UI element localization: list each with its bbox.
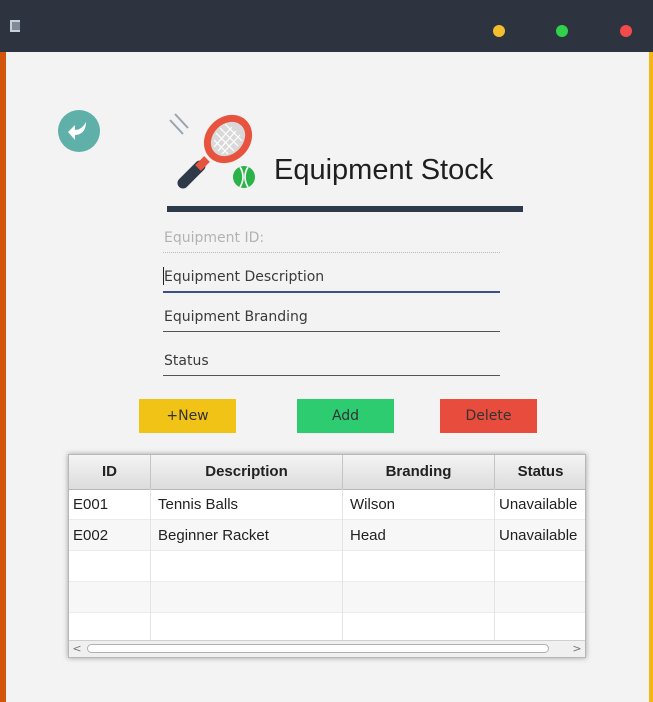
empty-cell — [495, 582, 585, 613]
new-button[interactable]: +New — [139, 399, 236, 433]
empty-cell — [151, 582, 343, 613]
cell-branding: Head — [343, 520, 495, 551]
equipment-table: ID Description Branding Status E001 Tenn… — [68, 454, 586, 658]
column-header-status[interactable]: Status — [495, 455, 585, 489]
table-row-empty[interactable] — [69, 551, 585, 582]
equipment-branding-input[interactable] — [163, 302, 500, 332]
cell-branding: Wilson — [343, 489, 495, 520]
empty-cell — [343, 551, 495, 582]
app-window-icon — [10, 20, 24, 32]
table-row[interactable]: E001 Tennis Balls Wilson Unavailable — [69, 489, 585, 520]
cell-status: Unavailable — [495, 489, 585, 520]
equipment-id-input[interactable] — [163, 223, 500, 253]
close-button[interactable] — [620, 25, 632, 37]
column-header-description[interactable]: Description — [151, 455, 343, 489]
column-header-branding[interactable]: Branding — [343, 455, 495, 489]
table-row-empty[interactable] — [69, 582, 585, 613]
column-header-id[interactable]: ID — [69, 455, 151, 489]
cell-id: E001 — [69, 489, 151, 520]
empty-cell — [69, 582, 151, 613]
text-caret — [163, 267, 164, 285]
empty-cell — [69, 551, 151, 582]
back-button[interactable] — [58, 110, 100, 152]
scrollbar-thumb[interactable] — [87, 644, 549, 653]
main-panel: Equipment Stock +New Add Delete ID Descr… — [6, 52, 649, 702]
window-titlebar — [0, 0, 653, 52]
scroll-left-arrow[interactable]: < — [69, 641, 85, 657]
empty-cell — [495, 551, 585, 582]
maximize-button[interactable] — [556, 25, 568, 37]
cell-description: Beginner Racket — [151, 520, 343, 551]
cell-id: E002 — [69, 520, 151, 551]
horizontal-scrollbar[interactable]: < > — [69, 640, 585, 657]
page-title: Equipment Stock — [274, 154, 494, 186]
back-arrow-icon — [68, 122, 86, 140]
title-underline — [167, 206, 523, 212]
cell-description: Tennis Balls — [151, 489, 343, 520]
empty-cell — [151, 551, 343, 582]
equipment-description-input[interactable] — [163, 263, 500, 293]
add-button[interactable]: Add — [297, 399, 394, 433]
minimize-button[interactable] — [493, 25, 505, 37]
tennis-racket-logo-icon — [169, 113, 255, 189]
table-row[interactable]: E002 Beginner Racket Head Unavailable — [69, 520, 585, 551]
scroll-right-arrow[interactable]: > — [569, 641, 585, 657]
window-border-right — [649, 52, 653, 702]
empty-cell — [343, 582, 495, 613]
delete-button[interactable]: Delete — [440, 399, 537, 433]
status-input[interactable] — [163, 346, 500, 376]
table-header: ID Description Branding Status — [69, 455, 585, 490]
cell-status: Unavailable — [495, 520, 585, 551]
